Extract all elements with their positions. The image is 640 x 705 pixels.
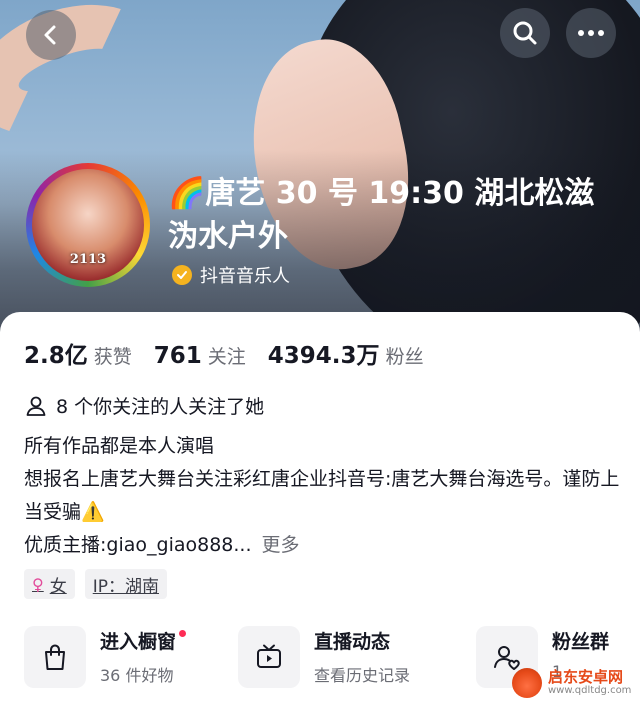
watermark-title: 启东安卓网 — [548, 668, 624, 686]
ip-tag: IP：湖南 — [84, 569, 167, 599]
shortcut-subtitle: 36 件好物 — [100, 666, 174, 685]
bio-line: 优质主播:giao_giao888... — [24, 534, 252, 556]
cover-photo-arm — [0, 0, 175, 159]
shopping-bag-icon — [24, 626, 86, 688]
avatar[interactable]: 2113 — [26, 163, 150, 287]
stat-label: 获赞 — [93, 346, 132, 368]
stat-followers[interactable]: 4394.3万 粉丝 — [268, 336, 424, 370]
avatar-image: 2113 — [32, 169, 144, 281]
shortcut-title: 直播动态 — [314, 631, 391, 653]
gender-tag: ♀ 女 — [24, 569, 75, 599]
tv-icon — [238, 626, 300, 688]
ip-label: IP：湖南 — [92, 576, 159, 597]
search-button[interactable] — [500, 8, 550, 58]
bio-more-link[interactable]: 更多 — [262, 534, 300, 556]
badge-label: 抖音音乐人 — [200, 266, 290, 287]
shop-window-shortcut[interactable]: 进入橱窗 36 件好物 — [24, 626, 187, 688]
more-button[interactable] — [566, 8, 616, 58]
shortcut-title: 进入橱窗 — [100, 631, 177, 653]
avatar-number: 2113 — [69, 252, 107, 267]
mutual-followers[interactable]: 8 个你关注的人关注了她 — [24, 392, 264, 419]
person-icon — [26, 396, 46, 416]
shortcut-subtitle: 查看历史记录 — [314, 666, 411, 685]
gender-label: 女 — [49, 576, 67, 597]
stat-likes[interactable]: 2.8亿 获赞 — [24, 336, 132, 370]
female-icon: ♀ — [32, 574, 44, 594]
stat-label: 关注 — [207, 346, 246, 368]
notification-dot — [179, 630, 187, 637]
stat-following[interactable]: 761 关注 — [154, 342, 246, 369]
stat-value: 761 — [153, 343, 202, 369]
stat-value: 2.8亿 — [24, 343, 88, 369]
tags-row: ♀ 女 IP：湖南 — [24, 569, 167, 599]
verified-check-icon — [172, 265, 192, 285]
more-horizontal-icon — [578, 30, 604, 36]
verified-badge[interactable]: 抖音音乐人 — [172, 262, 290, 288]
watermark: 启东安卓网 www.qdltdg.com — [512, 660, 640, 705]
bio: 所有作品都是本人演唱 想报名上唐艺大舞台关注彩红唐企业抖音号:唐艺大舞台海选号。… — [24, 430, 624, 562]
watermark-url: www.qdltdg.com — [548, 685, 632, 696]
profile-card: 2.8亿 获赞 761 关注 4394.3万 粉丝 8 个你关注的人关注了她 所… — [0, 312, 640, 705]
back-button[interactable] — [26, 10, 76, 60]
shortcut-title: 粉丝群 — [552, 631, 610, 653]
mutual-text: 8 个你关注的人关注了她 — [56, 396, 265, 418]
stat-label: 粉丝 — [385, 346, 424, 368]
bio-line: 所有作品都是本人演唱 — [24, 435, 215, 457]
search-icon — [513, 21, 537, 45]
watermark-logo — [512, 667, 542, 698]
stats-row: 2.8亿 获赞 761 关注 4394.3万 粉丝 — [24, 336, 446, 370]
bio-line: 想报名上唐艺大舞台关注彩红唐企业抖音号:唐艺大舞台海选号。谨防上当受骗⚠️ — [24, 468, 620, 523]
live-history-shortcut[interactable]: 直播动态 查看历史记录 — [238, 626, 410, 688]
profile-name: 🌈唐艺 30 号 19:30 湖北松滋沩水户外 — [168, 176, 595, 254]
stat-value: 4394.3万 — [267, 343, 380, 369]
chevron-left-icon — [44, 25, 56, 45]
